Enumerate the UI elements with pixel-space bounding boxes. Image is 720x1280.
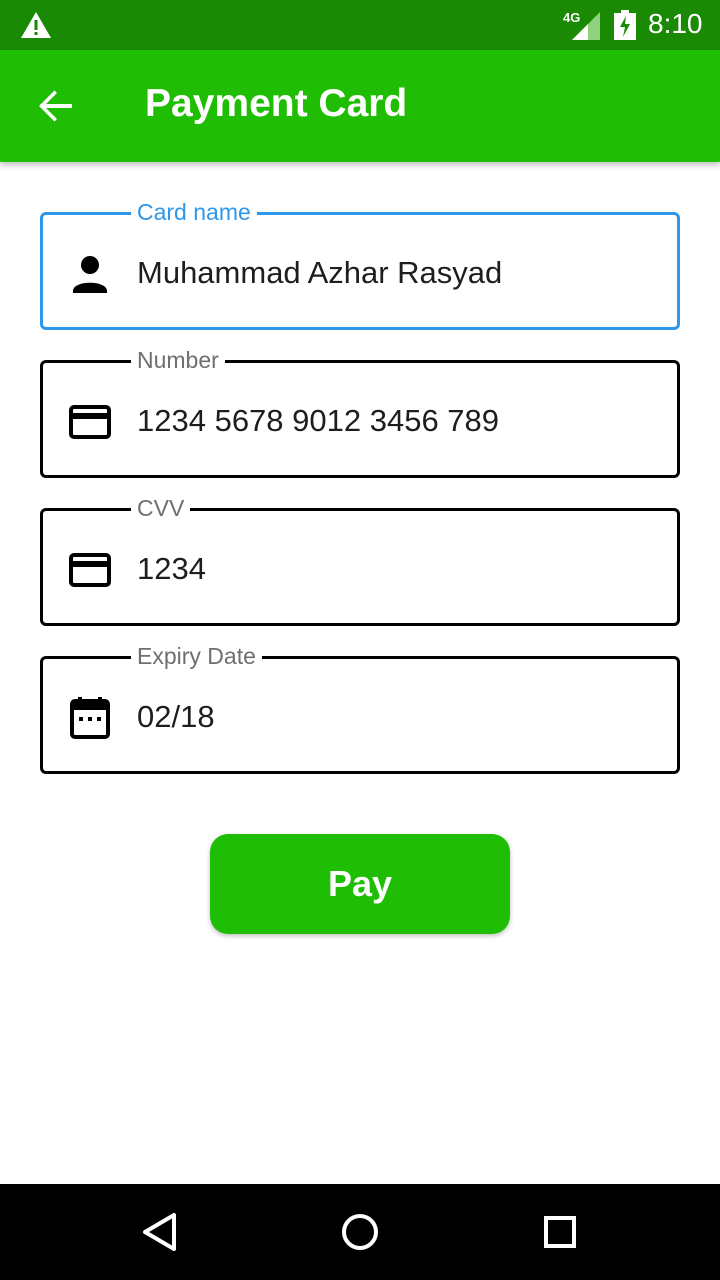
cvv-label: CVV	[131, 493, 191, 523]
app-bar: Payment Card	[0, 50, 720, 162]
calendar-icon	[70, 697, 110, 739]
card-name-label: Card name	[131, 197, 257, 227]
warning-icon	[21, 12, 51, 38]
network-type-label: 4G	[563, 10, 581, 25]
credit-card-icon	[69, 553, 111, 587]
cvv-value[interactable]: 1234	[137, 547, 206, 591]
card-name-field[interactable]: Card name Muhammad Azhar Rasyad	[40, 197, 680, 330]
page-title: Payment Card	[145, 82, 408, 125]
back-arrow-icon[interactable]	[36, 86, 76, 126]
expiry-date-label: Expiry Date	[131, 641, 262, 671]
card-number-value[interactable]: 1234 5678 9012 3456 789	[137, 399, 499, 443]
back-triangle-icon[interactable]	[140, 1212, 180, 1252]
expiry-date-field[interactable]: Expiry Date 02/18	[40, 641, 680, 774]
expiry-date-value[interactable]: 02/18	[137, 695, 215, 739]
home-circle-icon[interactable]	[340, 1212, 380, 1252]
recents-square-icon[interactable]	[540, 1212, 580, 1252]
card-number-field[interactable]: Number 1234 5678 9012 3456 789	[40, 345, 680, 478]
cvv-field[interactable]: CVV 1234	[40, 493, 680, 626]
pay-button[interactable]: Pay	[210, 834, 510, 934]
battery-charging-icon	[614, 10, 636, 40]
navigation-bar	[0, 1184, 720, 1280]
credit-card-icon	[69, 405, 111, 439]
card-name-value[interactable]: Muhammad Azhar Rasyad	[137, 251, 502, 295]
person-icon	[73, 256, 107, 293]
card-number-label: Number	[131, 345, 225, 375]
status-time: 8:10	[648, 8, 703, 39]
status-bar: 4G 8:10	[0, 0, 720, 50]
